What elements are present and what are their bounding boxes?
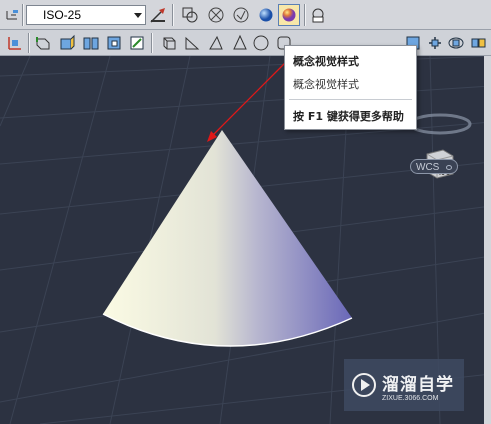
cone-solid — [102, 130, 353, 347]
separator — [151, 33, 152, 53]
tooltip-divider — [289, 99, 412, 100]
tooltip-help: 按 F1 键获得更多帮助 — [293, 110, 404, 123]
tooltip-title: 概念视觉样式 — [293, 55, 359, 68]
ucs-dropdown-icon — [446, 165, 452, 170]
intersect-icon[interactable] — [127, 33, 147, 53]
separator — [172, 4, 173, 26]
cone-icon[interactable] — [230, 33, 250, 53]
tooltip-description: 概念视觉样式 — [293, 78, 359, 91]
dimstyle-manager-icon[interactable] — [2, 5, 22, 25]
sphere-icon[interactable] — [251, 33, 271, 53]
union-icon[interactable] — [81, 33, 101, 53]
box-tool-icon[interactable] — [33, 33, 53, 53]
separator — [22, 4, 23, 26]
annotation-arrow — [207, 61, 287, 142]
realistic-style-icon[interactable] — [256, 5, 276, 25]
tooltip: 概念视觉样式 概念视觉样式 按 F1 键获得更多帮助 — [284, 45, 417, 130]
right-scrollbar[interactable] — [484, 56, 491, 424]
subtract-icon[interactable] — [104, 33, 124, 53]
chevron-down-icon[interactable] — [134, 13, 142, 18]
toolbar-row-2 — [0, 30, 491, 56]
dimstyle-select-value: ISO-25 — [43, 8, 82, 22]
watermark-title: 溜溜自学 — [382, 375, 454, 395]
dimstyle-select[interactable]: ISO-25 — [26, 5, 146, 25]
viewcube-compass — [408, 113, 472, 135]
watermark-url: ZIXUE.3066.COM — [382, 395, 439, 402]
3d-align-icon[interactable] — [446, 33, 466, 53]
3d-wireframe-icon[interactable] — [231, 5, 251, 25]
extrude-icon[interactable] — [57, 33, 77, 53]
toolbar-row-1: ISO-25 — [0, 0, 491, 30]
3d-rotate-icon[interactable] — [425, 33, 445, 53]
wcs-menu[interactable]: WCS — [410, 159, 458, 174]
3d-mirror-icon[interactable] — [468, 33, 488, 53]
render-window-icon[interactable] — [308, 5, 328, 25]
conceptual-style-button[interactable] — [278, 4, 300, 26]
multileader-style-icon[interactable] — [148, 5, 168, 25]
wcs-label: WCS — [416, 162, 440, 173]
separator — [304, 4, 305, 26]
polysolid-icon[interactable] — [159, 33, 179, 53]
watermark: 溜溜自学 ZIXUE.3066.COM — [344, 359, 464, 411]
2d-wireframe-icon[interactable] — [206, 5, 226, 25]
separator — [28, 33, 29, 53]
play-logo-icon — [352, 373, 376, 397]
drawing-viewport[interactable]: 前 WCS 溜溜自学 ZIXUE.3066.COM — [0, 56, 491, 424]
visual-style-manager-icon[interactable] — [180, 5, 200, 25]
ucs-icon[interactable] — [5, 33, 25, 53]
pyramid-icon[interactable] — [206, 33, 226, 53]
wedge-icon[interactable] — [182, 33, 202, 53]
